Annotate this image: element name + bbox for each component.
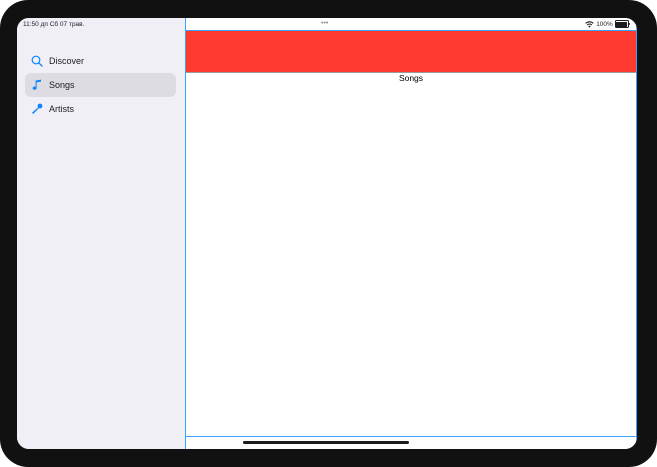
sidebar-item-label: Discover	[49, 56, 85, 66]
detail-pane: Songs	[185, 18, 637, 449]
sidebar: Discover Songs Artists	[17, 18, 185, 449]
magnifying-glass-icon	[31, 55, 43, 67]
sidebar-item-label: Artists	[49, 104, 75, 114]
page-title: Songs	[398, 73, 424, 83]
status-indicators: 100%	[585, 20, 631, 29]
music-note-icon	[31, 79, 43, 91]
status-time: 11:50 дп Сб 07 трав.	[23, 21, 85, 28]
multitasking-dots[interactable]: •••	[321, 20, 328, 27]
status-bar: 11:50 дп Сб 07 трав. ••• 100%	[17, 18, 637, 31]
sidebar-item-discover[interactable]: Discover	[25, 49, 176, 73]
microphone-icon	[31, 103, 43, 115]
screen: 11:50 дп Сб 07 трав. ••• 100% Discover S…	[17, 18, 637, 449]
wifi-icon	[585, 20, 594, 28]
sidebar-item-label: Songs	[49, 80, 75, 90]
sidebar-list: Discover Songs Artists	[25, 49, 176, 121]
battery-icon	[614, 20, 631, 29]
sidebar-item-artists[interactable]: Artists	[25, 97, 176, 121]
ipad-frame: 11:50 дп Сб 07 трав. ••• 100% Discover S…	[0, 0, 657, 467]
battery-percent: 100%	[596, 20, 613, 28]
red-header-banner	[186, 31, 636, 73]
sidebar-item-songs[interactable]: Songs	[25, 73, 176, 97]
home-indicator[interactable]	[243, 441, 409, 444]
divider	[186, 436, 636, 437]
